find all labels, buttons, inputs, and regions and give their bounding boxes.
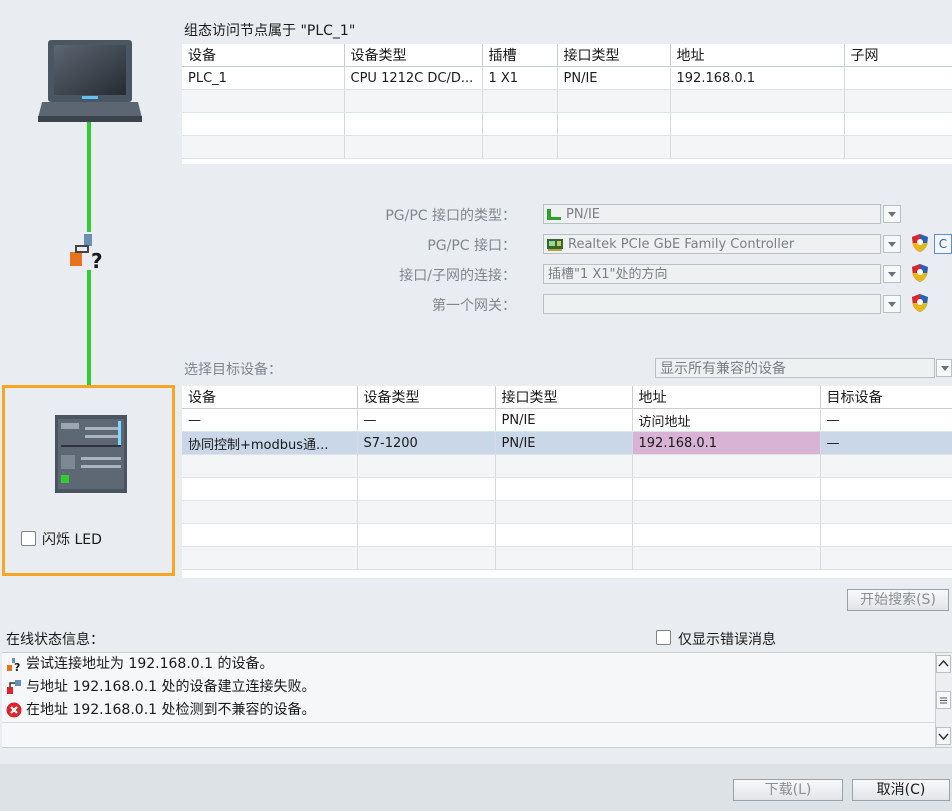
- pgpc-interface-dropdown-button[interactable]: [883, 235, 901, 253]
- list-item[interactable]: 与地址 192.168.0.1 处的设备建立连接失败。: [2, 676, 938, 700]
- interface-config-button[interactable]: C: [934, 234, 952, 254]
- interface-properties-shield-icon[interactable]: [912, 234, 928, 252]
- pgpc-interface-select[interactable]: Realtek PCIe GbE Family Controller: [543, 234, 881, 254]
- online-status-label: 在线状态信息：: [6, 632, 104, 648]
- cell-interface-type: PN/IE: [495, 431, 633, 455]
- pgpc-type-select[interactable]: PN/IE: [543, 204, 881, 224]
- scroll-up-button[interactable]: [936, 655, 951, 673]
- cell-interface-type: PN/IE: [495, 408, 633, 432]
- pgpc-type-dropdown-button[interactable]: [883, 205, 901, 223]
- col-header-address[interactable]: 地址: [670, 44, 845, 67]
- pnie-icon: [547, 208, 561, 220]
- scroll-thumb[interactable]: [936, 691, 951, 709]
- cell-subnet: [844, 66, 952, 90]
- network-fail-icon: [6, 679, 22, 695]
- select-target-label: 选择目标设备：: [184, 362, 282, 378]
- cell-address: 192.168.0.1: [632, 431, 821, 455]
- subnet-properties-shield-icon[interactable]: [912, 264, 928, 282]
- flash-led-checkbox[interactable]: [21, 531, 36, 546]
- table-row: [182, 477, 952, 501]
- config-table: 设备 设备类型 插槽 接口类型 地址 子网 PLC_1 CPU 1212C DC…: [182, 44, 952, 164]
- pgpc-interface-value: Realtek PCIe GbE Family Controller: [568, 237, 795, 252]
- subnet-connection-label: 接口/子网的连接：: [399, 268, 516, 284]
- subnet-connection-dropdown-button[interactable]: [883, 265, 901, 283]
- list-item[interactable]: 在地址 192.168.0.1 处检测到不兼容的设备。: [2, 699, 938, 723]
- cell-address: 192.168.0.1: [670, 66, 845, 90]
- target-filter-select[interactable]: 显示所有兼容的设备: [655, 358, 935, 378]
- list-item[interactable]: ? 尝试连接地址为 192.168.0.1 的设备。: [2, 653, 938, 677]
- table-row: [182, 523, 952, 547]
- laptop-icon: [38, 40, 142, 122]
- config-table-header: 设备 设备类型 插槽 接口类型 地址 子网: [182, 44, 952, 67]
- col-header-target-device[interactable]: 目标设备: [820, 386, 952, 409]
- table-row: [182, 89, 952, 113]
- start-search-button[interactable]: 开始搜索(S): [847, 589, 949, 611]
- pgpc-interface-label: PG/PC 接口：: [427, 238, 516, 254]
- cancel-button[interactable]: 取消(C): [852, 779, 950, 801]
- col-header-slot[interactable]: 插槽: [482, 44, 558, 67]
- target-table-header: 设备 设备类型 接口类型 地址 目标设备: [182, 386, 952, 409]
- cell-device-type: —: [357, 408, 496, 432]
- table-row-selected[interactable]: 协同控制+modbus通... S7-1200 PN/IE 192.168.0.…: [182, 431, 952, 455]
- cell-target-device: —: [820, 431, 952, 455]
- cell-address: 访问地址: [632, 408, 821, 432]
- pgpc-type-value: PN/IE: [566, 207, 600, 222]
- table-row: [182, 454, 952, 478]
- cell-slot: 1 X1: [482, 66, 558, 90]
- cell-device: 协同控制+modbus通...: [182, 431, 358, 455]
- table-row[interactable]: — — PN/IE 访问地址 —: [182, 408, 952, 432]
- scroll-down-button[interactable]: [936, 727, 951, 745]
- target-device-table: 设备 设备类型 接口类型 地址 目标设备 — — PN/IE 访问地址 — 协同…: [182, 386, 952, 578]
- cell-interface-type: PN/IE: [557, 66, 671, 90]
- status-message-text: 尝试连接地址为 192.168.0.1 的设备。: [26, 656, 274, 672]
- first-gateway-dropdown-button[interactable]: [883, 295, 901, 313]
- table-row: [182, 135, 952, 159]
- network-question-icon: ?: [67, 234, 107, 273]
- col-header-device-type[interactable]: 设备类型: [357, 386, 496, 409]
- status-message-list: ? 尝试连接地址为 192.168.0.1 的设备。 与地址 192.168.0…: [2, 652, 952, 748]
- gateway-properties-shield-icon[interactable]: [912, 294, 928, 312]
- table-row: [182, 500, 952, 524]
- error-circle-icon: [6, 702, 22, 718]
- target-device-panel: 闪烁 LED: [2, 385, 175, 576]
- cell-device-type: CPU 1212C DC/D...: [344, 66, 483, 90]
- flash-led-label: 闪烁 LED: [42, 532, 102, 548]
- pgpc-type-label: PG/PC 接口的类型：: [385, 208, 516, 224]
- cell-device-type: S7-1200: [357, 431, 496, 455]
- errors-only-checkbox[interactable]: [656, 630, 671, 645]
- col-header-device-type[interactable]: 设备类型: [344, 44, 483, 67]
- link-line-top: [87, 122, 91, 232]
- first-gateway-label: 第一个网关：: [432, 298, 516, 314]
- svg-text:?: ?: [91, 249, 103, 272]
- node-title: 组态访问节点属于 "PLC_1": [184, 23, 356, 39]
- col-header-interface-type[interactable]: 接口类型: [557, 44, 671, 67]
- network-card-icon: [547, 238, 563, 251]
- status-message-text: 与地址 192.168.0.1 处的设备建立连接失败。: [26, 679, 316, 695]
- load-button[interactable]: 下载(L): [733, 779, 843, 801]
- table-row: [182, 112, 952, 136]
- errors-only-label: 仅显示错误消息: [678, 632, 776, 648]
- cell-target-device: —: [820, 408, 952, 432]
- cell-device: PLC_1: [182, 66, 345, 90]
- cell-device: —: [182, 408, 358, 432]
- network-question-icon: ?: [6, 656, 22, 674]
- svg-text:?: ?: [14, 661, 20, 672]
- plc-device-icon: [55, 415, 127, 493]
- first-gateway-select[interactable]: [543, 294, 881, 314]
- table-row[interactable]: PLC_1 CPU 1212C DC/D... 1 X1 PN/IE 192.1…: [182, 66, 952, 90]
- col-header-address[interactable]: 地址: [632, 386, 821, 409]
- col-header-subnet[interactable]: 子网: [844, 44, 952, 67]
- subnet-connection-select[interactable]: 插槽"1 X1"处的方向: [543, 264, 881, 284]
- status-scrollbar[interactable]: [935, 653, 952, 747]
- status-message-text: 在地址 192.168.0.1 处检测到不兼容的设备。: [26, 702, 316, 718]
- table-row: [182, 546, 952, 570]
- col-header-device[interactable]: 设备: [182, 44, 345, 67]
- col-header-device[interactable]: 设备: [182, 386, 358, 409]
- target-filter-dropdown-button[interactable]: [936, 359, 952, 377]
- col-header-interface-type[interactable]: 接口类型: [495, 386, 633, 409]
